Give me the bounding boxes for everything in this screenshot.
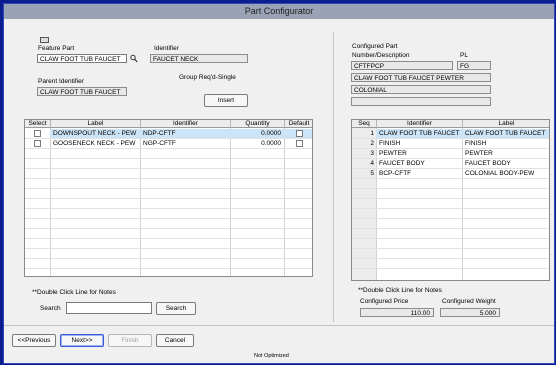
row-seq: 2 <box>352 139 376 148</box>
select-checkbox[interactable] <box>34 140 41 147</box>
column-header[interactable]: Label <box>463 120 549 128</box>
row-label: COLONIAL BODY-PEW <box>465 170 535 177</box>
options-table: Select Label Identifier Quantity Default… <box>24 119 313 277</box>
feature-part-field[interactable]: CLAW FOOT TUB FAUCET <box>37 54 127 63</box>
row-identifier: FAUCET BODY <box>379 160 425 167</box>
window-title: Part Configurator <box>4 4 554 19</box>
select-checkbox[interactable] <box>34 130 41 137</box>
previous-button[interactable]: <<Previous <box>12 334 56 347</box>
row-label: GOOSENECK NECK - PEW <box>53 140 136 147</box>
configured-part-label: Configured Part <box>352 43 398 50</box>
column-header[interactable]: Identifier <box>141 120 231 128</box>
vertical-divider <box>333 32 334 322</box>
row-identifier: PEWTER <box>379 150 407 157</box>
configured-price-label: Configured Price <box>360 298 409 305</box>
notes-hint-right: **Double Click Line for Notes <box>358 287 442 294</box>
row-seq: 5 <box>352 169 376 178</box>
row-label: PEWTER <box>465 150 493 157</box>
configurator-window: Part Configurator Feature Part CLAW FOOT… <box>3 3 555 364</box>
row-label: CLAW FOOT TUB FAUCET <box>465 130 546 137</box>
parent-identifier-field: CLAW FOOT TUB FAUCET <box>37 87 127 96</box>
column-header[interactable]: Quantity <box>231 120 285 128</box>
keyboard-icon[interactable] <box>40 37 49 43</box>
column-header[interactable]: Default <box>285 120 312 128</box>
row-identifier: CLAW FOOT TUB FAUCET <box>379 130 460 137</box>
default-checkbox[interactable] <box>296 130 303 137</box>
search-icon[interactable] <box>130 54 138 63</box>
feature-part-label: Feature Part <box>38 45 75 52</box>
row-identifier: FINISH <box>379 140 401 147</box>
pl-field: FG <box>457 61 491 70</box>
notes-hint-left: **Double Click Line for Notes <box>32 289 116 296</box>
row-seq: 4 <box>352 159 376 168</box>
part-number-field: CFTFPCP <box>351 61 453 70</box>
row-label: DOWNSPOUT NECK - PEW <box>53 130 137 137</box>
default-checkbox[interactable] <box>296 140 303 147</box>
column-header[interactable]: Label <box>51 120 141 128</box>
row-identifier: NDP-CFTF <box>143 130 176 137</box>
row-quantity: 0.0000 <box>261 130 281 137</box>
insert-button[interactable]: Insert <box>204 94 248 107</box>
identifier-field: FAUCET NECK <box>150 54 248 63</box>
pl-label: PL <box>460 52 468 59</box>
group-text: Group Req'd-Single <box>179 74 236 81</box>
finish-button[interactable]: Finish <box>108 334 152 347</box>
row-seq: 1 <box>352 129 376 138</box>
configuration-table: Seq Identifier Label 1 CLAW FOOT TUB FAU… <box>351 119 550 281</box>
configured-weight-label: Configured Weight <box>442 298 496 305</box>
configured-price-field: 110.00 <box>360 308 434 317</box>
description-line-2: COLONIAL <box>351 85 491 94</box>
configured-weight-field: 5.000 <box>440 308 500 317</box>
row-seq: 3 <box>352 149 376 158</box>
search-label: Search <box>40 305 61 312</box>
column-header[interactable]: Identifier <box>377 120 463 128</box>
row-quantity: 0.0000 <box>261 140 281 147</box>
row-identifier: NGP-CFTF <box>143 140 176 147</box>
identifier-label: Identifier <box>154 45 179 52</box>
row-label: FAUCET BODY <box>465 160 511 167</box>
row-label: FINISH <box>465 140 487 147</box>
search-button[interactable]: Search <box>156 302 196 315</box>
search-input[interactable] <box>66 302 152 314</box>
number-description-label: Number/Description <box>352 52 410 59</box>
parent-identifier-label: Parent Identifier <box>38 78 84 85</box>
description-line-3 <box>351 97 491 106</box>
column-header[interactable]: Seq <box>352 120 377 128</box>
next-button[interactable]: Next>> <box>60 334 104 347</box>
column-header[interactable]: Select <box>25 120 51 128</box>
status-text: Not Optimized <box>254 353 289 359</box>
description-line-1: CLAW FOOT TUB FAUCET PEWTER <box>351 73 491 82</box>
footer-divider <box>4 325 554 326</box>
cancel-button[interactable]: Cancel <box>156 334 194 347</box>
row-identifier: BCP-CFTF <box>379 170 412 177</box>
